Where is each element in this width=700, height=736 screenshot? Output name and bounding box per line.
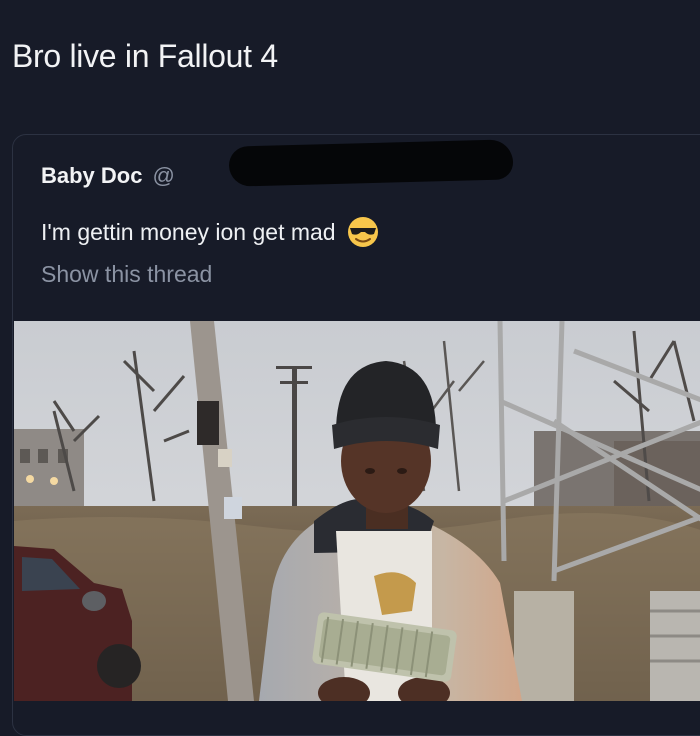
show-thread-link[interactable]: Show this thread bbox=[41, 261, 212, 288]
tweet-author-handle[interactable]: @ bbox=[152, 163, 174, 189]
sunglasses-emoji-icon bbox=[346, 215, 380, 249]
tweet-author-name[interactable]: Baby Doc bbox=[41, 163, 142, 189]
post-caption: Bro live in Fallout 4 bbox=[12, 38, 278, 74]
quoted-tweet-card[interactable]: Baby Doc @ I'm gettin money ion get mad … bbox=[12, 134, 700, 736]
tweet-photo[interactable] bbox=[14, 321, 700, 701]
tweet-author-row: Baby Doc @ bbox=[41, 163, 175, 189]
tweet-text-content: I'm gettin money ion get mad bbox=[41, 218, 336, 245]
tweet-text: I'm gettin money ion get mad bbox=[41, 215, 380, 249]
handle-redaction-scribble bbox=[228, 139, 514, 187]
